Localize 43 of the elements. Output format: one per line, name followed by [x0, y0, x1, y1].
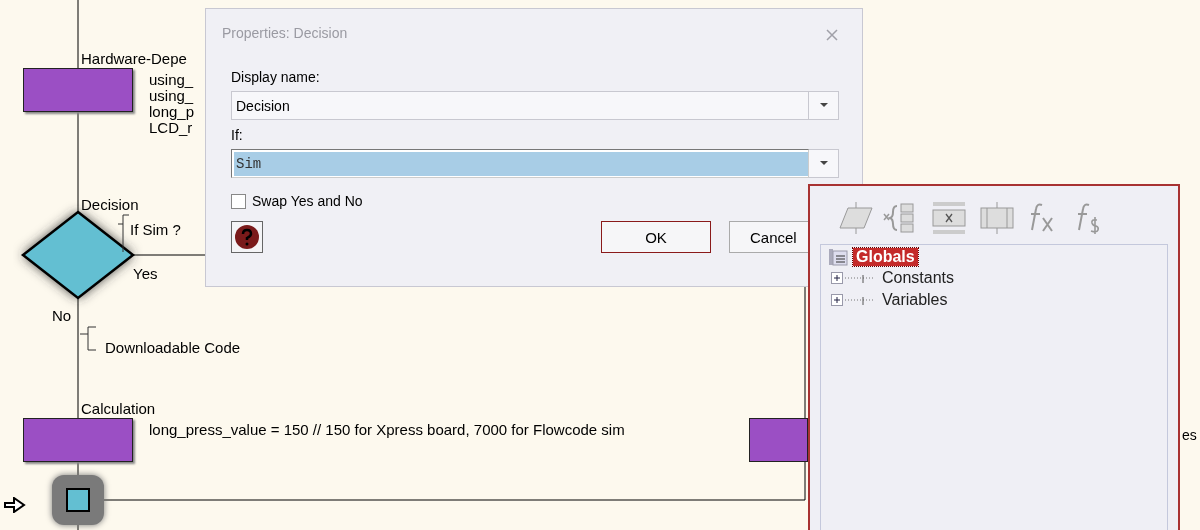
- node-label: Hardware-Depe: [81, 50, 187, 68]
- calculation-block[interactable]: [23, 418, 133, 462]
- caret-icon: [819, 103, 828, 108]
- code-text: long_p: [149, 104, 195, 120]
- comment-bracket-icon: [80, 326, 98, 352]
- display-name-field[interactable]: Decision: [231, 91, 809, 120]
- code-text: using_: [149, 88, 195, 104]
- expand-icon[interactable]: [831, 294, 843, 306]
- parallelogram-icon[interactable]: [836, 200, 876, 236]
- help-button[interactable]: [231, 221, 263, 253]
- field-label: If:: [231, 127, 244, 143]
- code-text: es: [1182, 427, 1197, 443]
- close-icon[interactable]: [826, 29, 838, 41]
- tree-item[interactable]: Globals: [853, 248, 918, 266]
- arrow-icon: [4, 497, 26, 513]
- help-icon: [234, 224, 260, 250]
- calculation-block[interactable]: [23, 68, 133, 112]
- node-label: Decision: [81, 196, 139, 214]
- node-label: Calculation: [81, 400, 156, 418]
- no-label: No: [52, 307, 72, 324]
- caret-icon: [819, 161, 828, 166]
- code-text: using_: [149, 72, 195, 88]
- checkbox-label: Swap Yes and No: [252, 193, 363, 209]
- code-text: LCD_r: [149, 120, 193, 136]
- comment-text: Downloadable Code: [105, 340, 241, 356]
- list-icon: [827, 247, 849, 267]
- field-label: Display name:: [231, 69, 321, 85]
- dropdown-button[interactable]: [809, 91, 839, 120]
- calculation-block[interactable]: [749, 418, 808, 462]
- connection-point[interactable]: [52, 475, 104, 525]
- comment-bracket-icon: [118, 214, 130, 254]
- tree-item[interactable]: Variables: [879, 289, 951, 311]
- dropdown-button[interactable]: [809, 149, 839, 178]
- dialog-button[interactable]: Cancel: [729, 221, 809, 253]
- condition-text: If Sim ?: [130, 221, 181, 238]
- code-text: long_press_value = 150 // 150 for Xpress board, 7000 for Flowcode sim: [149, 422, 625, 438]
- tree-item[interactable]: Constants: [879, 267, 958, 289]
- yes-label: Yes: [133, 265, 158, 282]
- checkbox[interactable]: [231, 193, 246, 209]
- expand-icon[interactable]: [831, 272, 843, 284]
- condition-field[interactable]: Sim: [231, 149, 809, 178]
- dialog-button[interactable]: OK: [601, 221, 711, 253]
- dialog-title: Properties: Decision: [222, 25, 348, 41]
